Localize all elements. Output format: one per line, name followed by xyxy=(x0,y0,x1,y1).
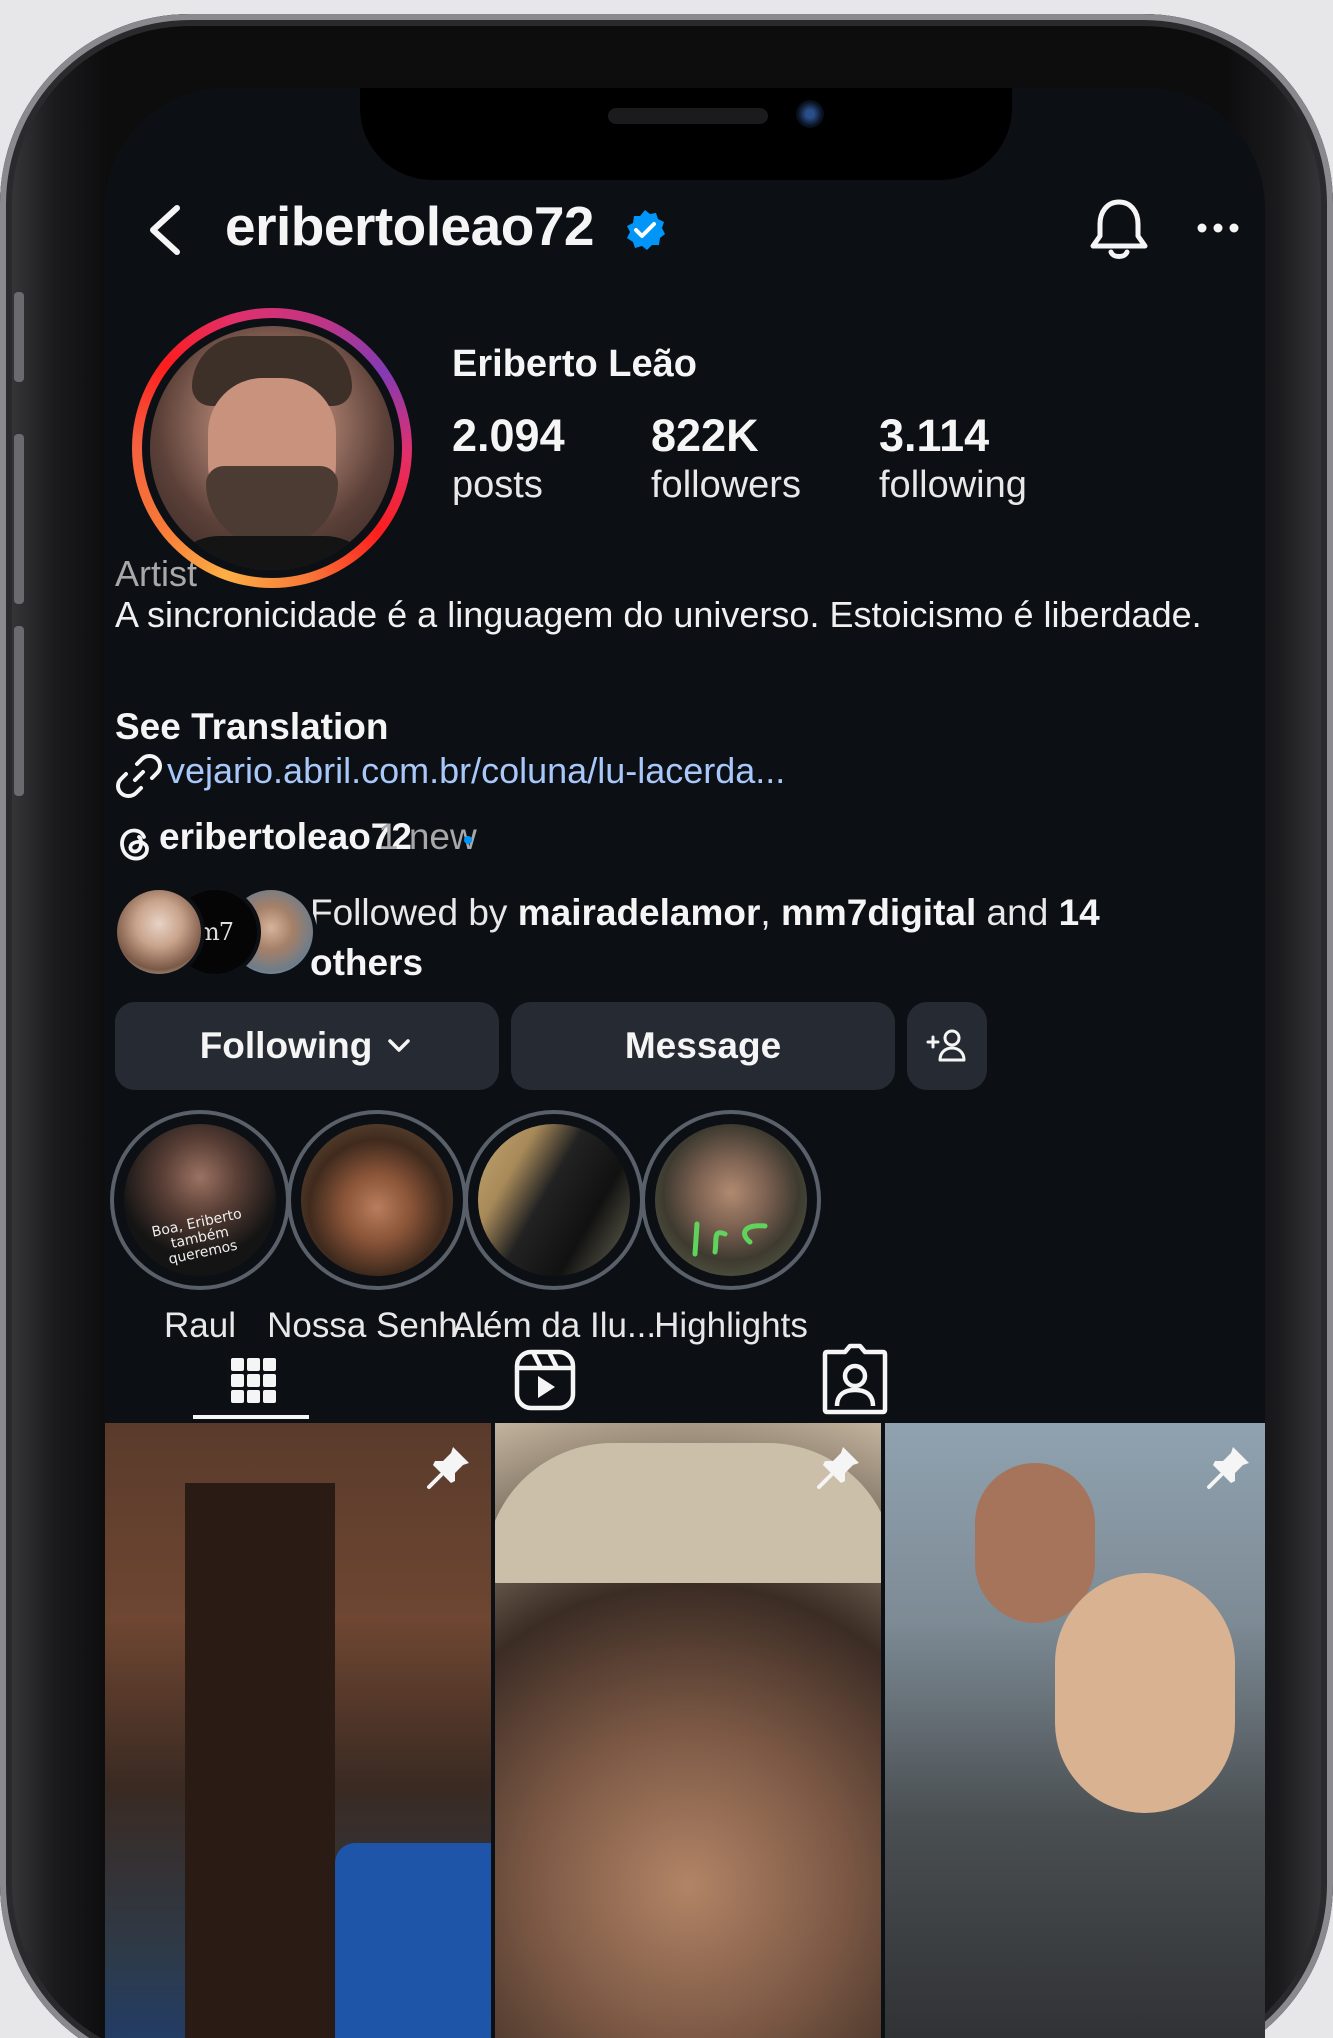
earpiece-speaker xyxy=(608,108,768,124)
pin-icon xyxy=(427,1447,469,1489)
stat-followers[interactable]: 822K followers xyxy=(651,410,801,507)
following-label: Following xyxy=(199,1025,373,1066)
stat-label: followers xyxy=(651,464,801,506)
notch xyxy=(360,88,1012,180)
highlight-ring xyxy=(464,1110,644,1290)
see-translation-link[interactable]: See Translation xyxy=(115,706,389,748)
bio-link[interactable]: vejario.abril.com.br/coluna/lu-lacerda..… xyxy=(167,750,785,792)
threads-username[interactable]: eribertoleao72 xyxy=(159,816,412,858)
avatar xyxy=(142,318,402,578)
pin-icon xyxy=(817,1447,859,1489)
more-horizontal-icon[interactable] xyxy=(1195,208,1241,248)
volume-down-button xyxy=(14,626,24,796)
tab-reels[interactable] xyxy=(485,1338,605,1428)
reels-icon xyxy=(514,1349,576,1411)
chevron-down-icon xyxy=(388,1039,411,1052)
verified-badge-icon xyxy=(627,210,665,250)
story-ring[interactable] xyxy=(132,308,412,588)
highlight-ring xyxy=(287,1110,467,1290)
story-highlight[interactable]: Highlights xyxy=(641,1110,821,1346)
add-person-button[interactable] xyxy=(907,1002,987,1090)
highlight-ring: Boa, Eriberto também queremos xyxy=(110,1110,290,1290)
followed-by-prefix: Followed by xyxy=(310,892,518,933)
post-truck xyxy=(335,1843,491,2038)
highlight-cover xyxy=(655,1124,807,1276)
profile-photo xyxy=(150,326,394,570)
message-button[interactable]: Message xyxy=(511,1002,895,1090)
and-text: and xyxy=(976,892,1059,933)
stat-value: 822K xyxy=(651,410,759,461)
post-thumbnail[interactable] xyxy=(885,1423,1265,2038)
bell-icon[interactable] xyxy=(1087,196,1151,264)
stat-posts[interactable]: 2.094 posts xyxy=(452,410,565,507)
post-woman-face xyxy=(1055,1573,1235,1813)
stat-label: following xyxy=(879,464,1027,506)
mutual-follower-avatar xyxy=(113,886,205,978)
post-man-face xyxy=(975,1463,1095,1623)
stat-value: 2.094 xyxy=(452,410,565,461)
post-thumbnail[interactable] xyxy=(105,1423,491,2038)
profile-category: Artist xyxy=(115,553,198,594)
link-icon xyxy=(116,754,162,798)
highlight-ring xyxy=(641,1110,821,1290)
add-person-icon xyxy=(926,1029,966,1062)
message-label: Message xyxy=(624,1025,782,1066)
stat-label: posts xyxy=(452,464,543,506)
green-scribble xyxy=(692,1221,768,1257)
full-name: Eriberto Leão xyxy=(452,343,697,385)
mutual-user-1: mairadelamor xyxy=(517,892,761,933)
highlight-cover xyxy=(301,1124,453,1276)
profile-bio: A sincronicidade é a linguagem do univer… xyxy=(115,594,1202,635)
mute-switch xyxy=(14,292,24,382)
active-tab-indicator xyxy=(193,1415,309,1419)
chevron-left-icon[interactable] xyxy=(141,202,191,258)
profile-username-title: eribertoleao72 xyxy=(225,195,595,257)
threads-new-count: 1 new xyxy=(378,816,477,857)
pin-icon xyxy=(1207,1447,1249,1489)
volume-up-button xyxy=(14,434,24,604)
others-text: others xyxy=(310,942,424,983)
highlight-cover: Boa, Eriberto também queremos xyxy=(124,1124,276,1276)
stat-following[interactable]: 3.114 following xyxy=(879,410,1027,507)
threads-icon[interactable] xyxy=(115,823,155,863)
phone-screen: eribertoleao72 Eriberto Leão 2.094 posts… xyxy=(105,88,1265,2038)
front-camera xyxy=(796,100,824,128)
highlight-cover-caption: Boa, Eriberto também queremos xyxy=(150,1206,244,1268)
following-button[interactable]: Following xyxy=(115,1002,499,1090)
others-count: 14 xyxy=(1058,892,1100,933)
separator: , xyxy=(760,892,781,933)
post-doorway xyxy=(185,1483,335,2038)
post-thumbnail[interactable] xyxy=(495,1423,881,2038)
stat-value: 3.114 xyxy=(879,410,990,461)
followed-by-text[interactable]: Followed by mairadelamor, mm7digital and… xyxy=(310,888,1210,988)
mutual-user-2: mm7digital xyxy=(780,892,977,933)
new-indicator-dot xyxy=(464,836,472,844)
highlight-cover xyxy=(478,1124,630,1276)
tab-tagged[interactable] xyxy=(795,1338,915,1428)
tagged-icon xyxy=(822,1343,888,1415)
profile-header: eribertoleao72 xyxy=(105,188,1265,268)
